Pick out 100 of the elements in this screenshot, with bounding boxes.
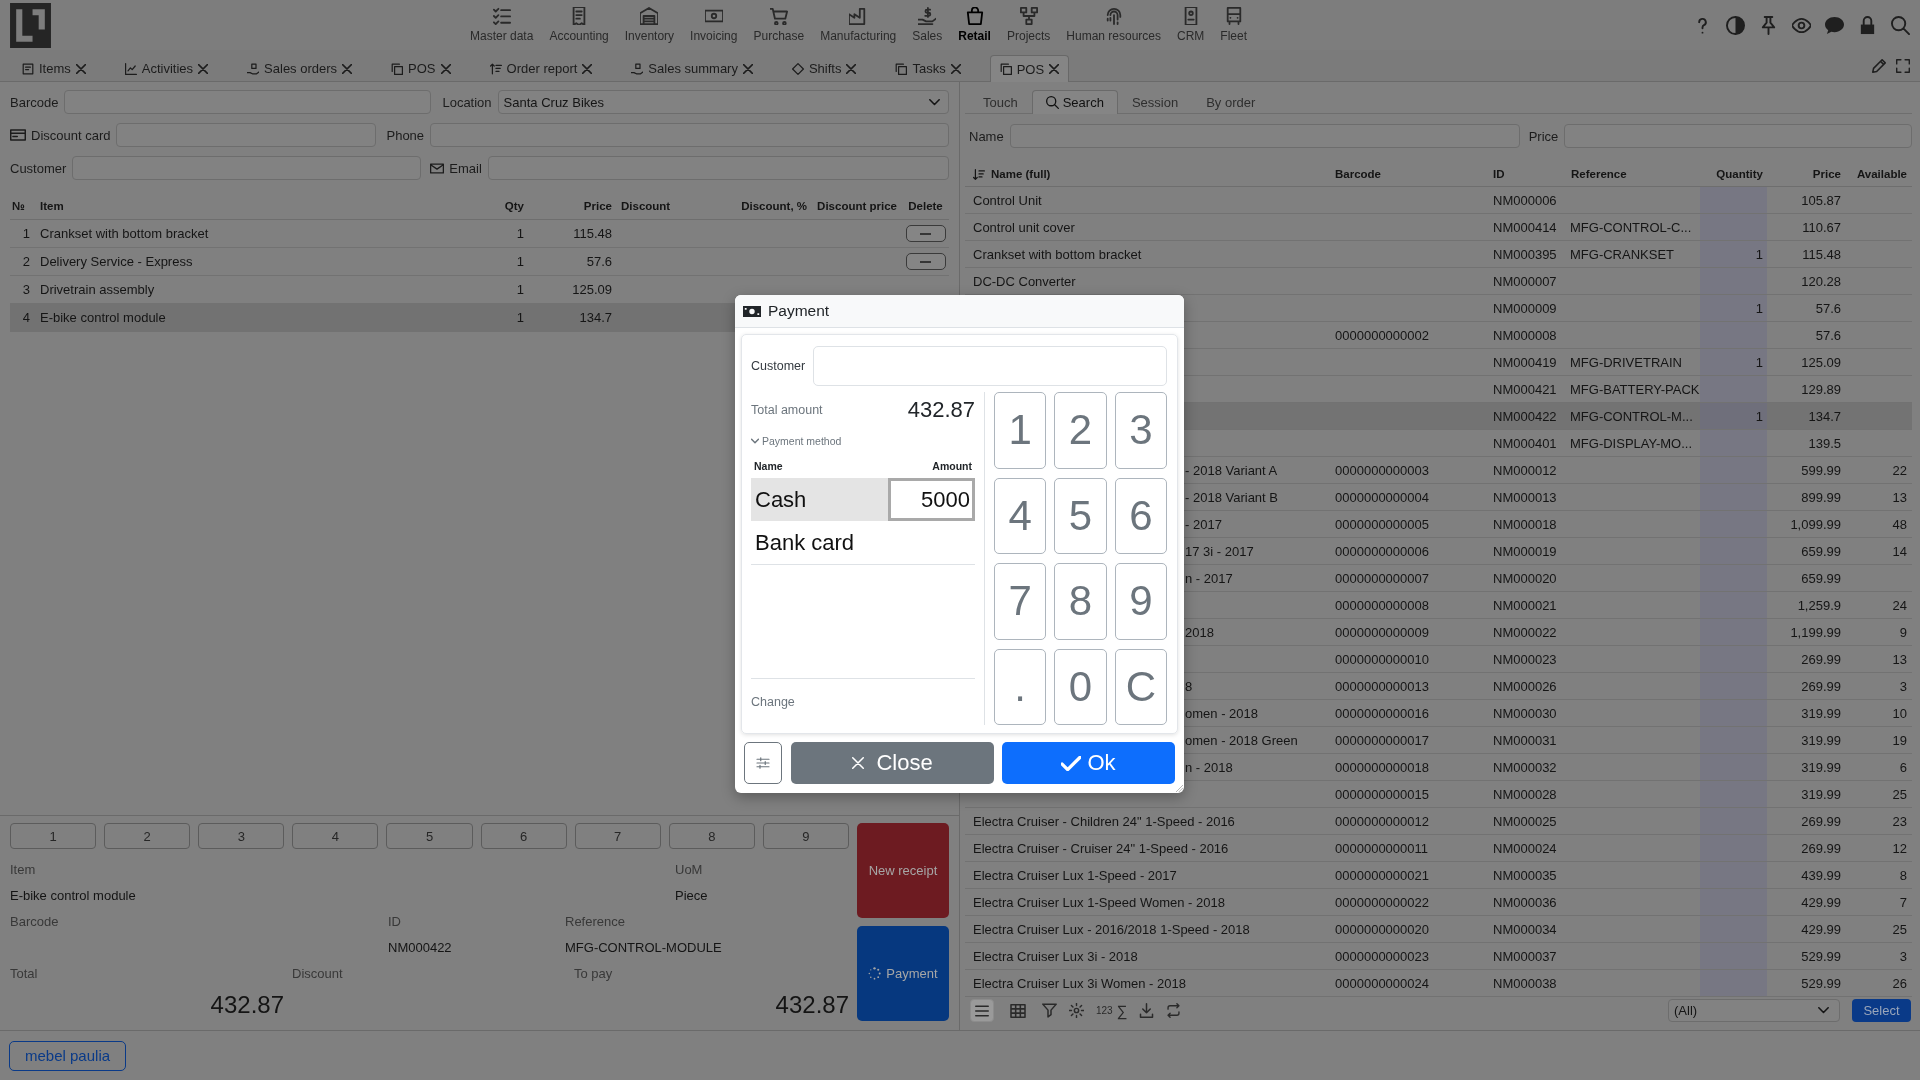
module-button[interactable]: Human resources — [1061, 0, 1167, 50]
table-row[interactable]: Electra Cruiser Lux 3i - 2018 0000000000023 NM000037 529.99 3 — [965, 943, 1912, 970]
column-header[interactable]: Available — [1845, 168, 1911, 180]
module-button[interactable]: Master data — [465, 0, 539, 50]
quick-key-button[interactable]: 7 — [574, 823, 661, 849]
quick-key-button[interactable]: 6 — [480, 823, 567, 849]
module-button[interactable]: Retail — [953, 0, 996, 50]
payment-button[interactable]: Payment — [857, 926, 949, 1021]
close-icon[interactable] — [75, 63, 86, 74]
contrast-icon[interactable] — [1726, 15, 1745, 35]
column-header[interactable]: Quantity — [1700, 168, 1767, 180]
location-select[interactable]: Santa Cruz Bikes — [497, 90, 949, 114]
keypad-button[interactable]: . — [994, 648, 1047, 725]
tab[interactable]: POS — [989, 55, 1070, 82]
table-row[interactable]: Electra Cruiser Lux 1-Speed - 2017 0000000000021 NM000035 439.99 8 — [965, 862, 1912, 889]
keypad-button[interactable]: 4 — [994, 477, 1047, 554]
tab[interactable]: Shifts — [781, 55, 867, 81]
user-button[interactable]: mebel paulia — [9, 1040, 127, 1071]
pencil-icon[interactable] — [1872, 59, 1886, 73]
column-header[interactable]: Reference — [1566, 168, 1700, 180]
module-button[interactable]: Projects — [1001, 0, 1056, 50]
table-row[interactable]: Electra Cruiser - Children 24" 1-Speed - 2016 0000000000012 NM000025 269.99 23 — [965, 808, 1912, 835]
new-receipt-button[interactable]: New receipt — [857, 823, 949, 918]
column-header[interactable]: ID — [1488, 168, 1566, 180]
quick-key-button[interactable]: 9 — [762, 823, 849, 849]
ok-button[interactable]: Ok — [1002, 742, 1175, 784]
quantity-cell[interactable]: 1 — [1700, 403, 1767, 429]
refresh-icon[interactable] — [1166, 1003, 1182, 1018]
close-icon[interactable] — [742, 63, 753, 74]
settings-icon[interactable] — [1069, 1003, 1084, 1018]
quick-key-button[interactable]: 3 — [198, 823, 285, 849]
close-icon[interactable] — [342, 63, 353, 74]
module-button[interactable]: CRM — [1172, 0, 1210, 50]
table-row[interactable]: 2 Delivery Service - Express 1 57.6 — [10, 248, 949, 276]
options-button[interactable] — [744, 742, 782, 784]
column-header[interactable]: Barcode — [1330, 168, 1488, 180]
module-button[interactable]: Purchase — [748, 0, 810, 50]
quantity-cell[interactable]: 1 — [1700, 241, 1767, 267]
quantity-cell[interactable]: 1 — [1700, 349, 1767, 375]
table-row[interactable]: Electra Cruiser Lux 3i Women - 2018 0000000000024 NM000038 529.99 26 — [965, 970, 1912, 997]
table-row[interactable]: Crankset with bottom bracket NM000395 MFG-CRANKSET 1 115.48 — [965, 241, 1912, 268]
keypad-button[interactable]: 8 — [1054, 563, 1107, 640]
fullscreen-icon[interactable] — [1896, 59, 1910, 73]
logo-icon[interactable] — [10, 2, 51, 48]
list-view-button[interactable] — [970, 999, 994, 1022]
quantity-cell[interactable]: 1 — [1700, 295, 1767, 321]
payment-method-toggle[interactable]: Payment method — [751, 428, 842, 454]
tab[interactable]: Sales orders — [237, 55, 363, 81]
delete-button[interactable] — [905, 253, 946, 270]
search-icon[interactable] — [1891, 15, 1910, 35]
resize-grip-icon[interactable] — [1176, 785, 1183, 792]
close-icon[interactable] — [440, 63, 451, 74]
table-row[interactable]: DC-DC Converter NM000007 120.28 — [965, 268, 1912, 295]
tab[interactable]: Sales summary — [621, 55, 763, 81]
module-button[interactable]: Manufacturing — [815, 0, 902, 50]
module-button[interactable]: Invoicing — [685, 0, 743, 50]
close-icon[interactable] — [1049, 64, 1060, 74]
filter-select[interactable]: (All) — [1668, 999, 1840, 1022]
close-icon[interactable] — [950, 63, 961, 74]
quick-key-button[interactable]: 8 — [668, 823, 755, 849]
payment-method-row[interactable]: Cash 5000 — [751, 478, 975, 521]
tab[interactable]: Session — [1117, 90, 1193, 113]
download-icon[interactable] — [1139, 1003, 1155, 1018]
quick-key-button[interactable]: 5 — [386, 823, 473, 849]
keypad-button[interactable]: 3 — [1114, 392, 1167, 469]
table-row[interactable]: Electra Cruiser Lux - 2016/2018 1-Speed - 2018 0000000000020 NM000034 429.99 25 — [965, 916, 1912, 943]
keypad-button[interactable]: 1 — [994, 392, 1047, 469]
lock-icon[interactable] — [1858, 15, 1877, 35]
module-button[interactable]: Sales — [907, 0, 948, 50]
keypad-button[interactable]: 9 — [1114, 563, 1167, 640]
table-row[interactable]: Electra Cruiser - Cruiser 24" 1-Speed - 2016 0000000000011 NM000024 269.99 12 — [965, 835, 1912, 862]
column-header[interactable]: Price — [1767, 168, 1845, 180]
tab[interactable]: By order — [1192, 90, 1270, 113]
close-icon[interactable] — [198, 63, 209, 74]
amount-field[interactable]: 5000 — [888, 478, 975, 521]
keypad-button[interactable]: 7 — [994, 563, 1047, 640]
tab[interactable]: Touch — [969, 90, 1032, 113]
close-icon[interactable] — [846, 63, 857, 74]
close-icon[interactable] — [582, 63, 593, 74]
column-header[interactable]: Name (full) — [965, 168, 1330, 180]
table-row[interactable]: Electra Cruiser Lux 1-Speed Women - 2018 0000000000022 NM000036 429.99 7 — [965, 889, 1912, 916]
keypad-button[interactable]: 6 — [1114, 477, 1167, 554]
module-button[interactable]: Fleet — [1215, 0, 1253, 50]
totals-button[interactable]: ∑ — [1116, 1002, 1128, 1019]
eye-icon[interactable] — [1792, 15, 1811, 35]
close-button[interactable]: Close — [791, 742, 994, 784]
keypad-button[interactable]: 2 — [1054, 392, 1107, 469]
select-button[interactable]: Select — [1852, 999, 1911, 1022]
tab[interactable]: POS — [381, 55, 461, 81]
module-button[interactable]: Accounting — [544, 0, 614, 50]
quick-key-button[interactable]: 1 — [10, 823, 97, 849]
quick-key-button[interactable]: 2 — [104, 823, 191, 849]
keypad-button[interactable]: 0 — [1054, 648, 1107, 725]
quick-key-button[interactable]: 4 — [292, 823, 379, 849]
keypad-button[interactable]: 5 — [1054, 477, 1107, 554]
module-button[interactable]: Inventory — [619, 0, 680, 50]
tab[interactable]: Search — [1031, 90, 1118, 114]
delete-button[interactable] — [905, 225, 946, 242]
pin-icon[interactable] — [1759, 15, 1778, 35]
chat-icon[interactable] — [1825, 15, 1844, 35]
